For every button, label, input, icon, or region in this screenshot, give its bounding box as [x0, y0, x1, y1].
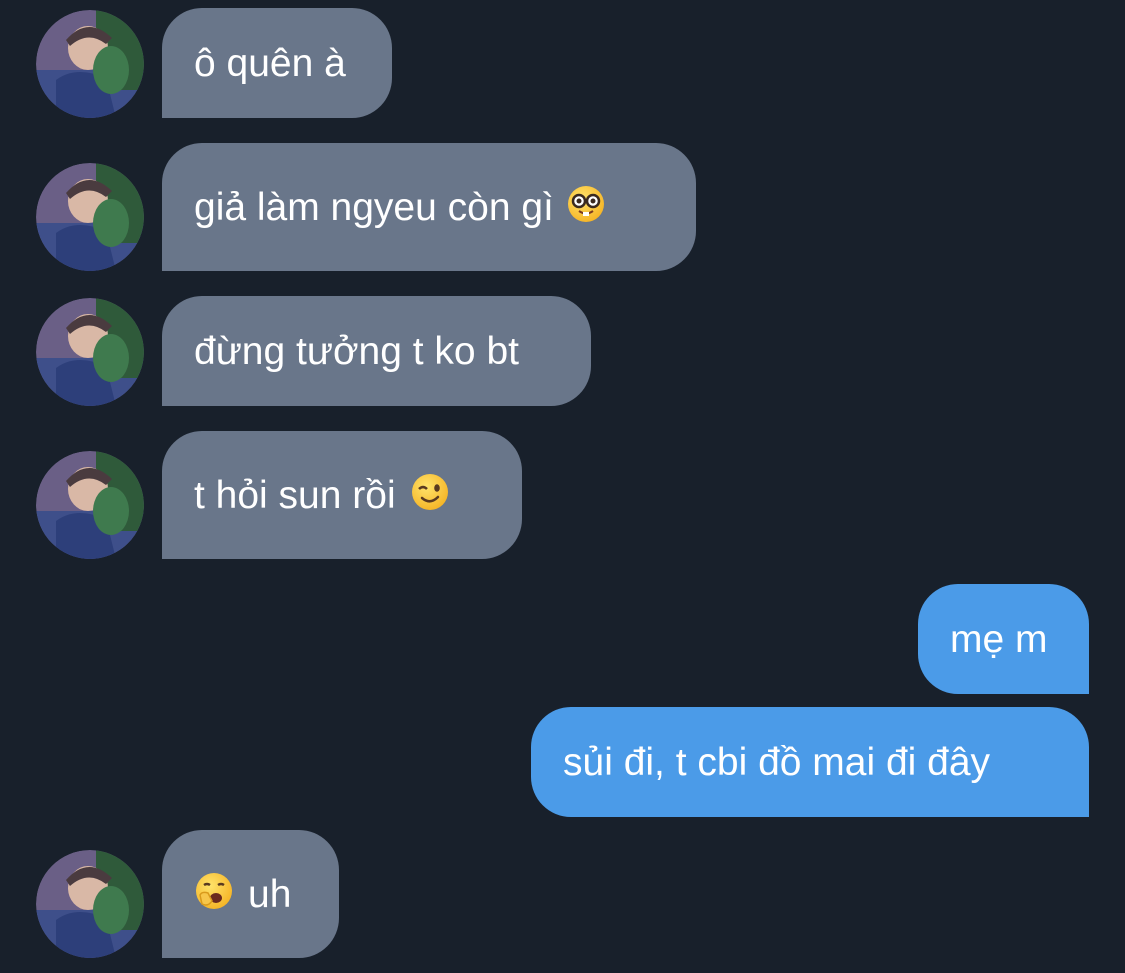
- message-text: giả làm ngyeu còn gì: [194, 185, 554, 229]
- contact-avatar[interactable]: [36, 298, 144, 406]
- contact-avatar[interactable]: [36, 451, 144, 559]
- message-text: mẹ m: [950, 617, 1048, 661]
- nerd-face-emoji-icon: [566, 184, 606, 231]
- message-text: uh: [248, 872, 292, 916]
- message-bubble-incoming[interactable]: t hỏi sun rồi: [162, 431, 522, 559]
- contact-avatar[interactable]: [36, 10, 144, 118]
- message-bubble-incoming[interactable]: giả làm ngyeu còn gì: [162, 143, 696, 271]
- message-bubble-outgoing[interactable]: sủi đi, t cbi đồ mai đi đây: [531, 707, 1089, 817]
- message-text: đừng tưởng t ko bt: [194, 329, 519, 373]
- contact-avatar[interactable]: [36, 163, 144, 271]
- message-text: sủi đi, t cbi đồ mai đi đây: [563, 740, 991, 784]
- contact-avatar[interactable]: [36, 850, 144, 958]
- message-bubble-incoming[interactable]: đừng tưởng t ko bt: [162, 296, 591, 406]
- message-text: ô quên à: [194, 41, 346, 85]
- winking-face-emoji-icon: [410, 472, 450, 519]
- message-bubble-incoming[interactable]: uh: [162, 830, 339, 958]
- yawning-face-emoji-icon: [194, 871, 234, 918]
- message-bubble-incoming[interactable]: ô quên à: [162, 8, 392, 118]
- message-text: t hỏi sun rồi: [194, 473, 396, 517]
- message-bubble-outgoing[interactable]: mẹ m: [918, 584, 1089, 694]
